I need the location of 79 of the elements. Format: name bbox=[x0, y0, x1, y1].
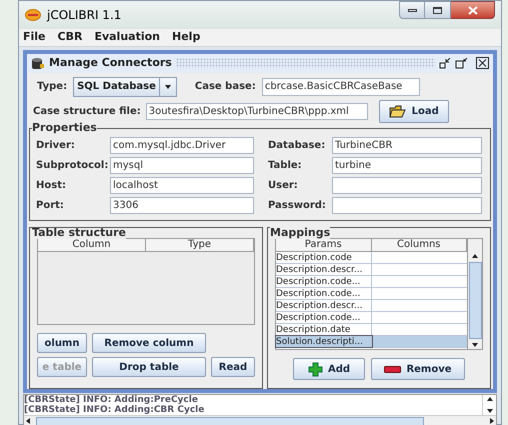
table-structure-title: Table structure bbox=[32, 228, 126, 239]
mapping-row[interactable]: Description.code... bbox=[276, 312, 467, 324]
mapping-row[interactable]: Solution.descripti... bbox=[276, 336, 467, 348]
property-field[interactable]: 3306 bbox=[110, 197, 254, 214]
plus-icon bbox=[308, 362, 323, 376]
property-field[interactable]: turbine bbox=[332, 157, 482, 174]
case-base-label: Case base: bbox=[194, 80, 256, 94]
log-line: [CBRState] INFO: Adding:PreCycle bbox=[24, 395, 199, 405]
close-button[interactable] bbox=[451, 1, 495, 19]
remove-button[interactable]: Remove bbox=[371, 358, 465, 380]
menu-item[interactable]: Evaluation bbox=[94, 29, 160, 46]
table-cell: Description.code bbox=[276, 252, 372, 263]
iconify-icon[interactable] bbox=[439, 58, 451, 69]
menu-item[interactable]: File bbox=[23, 29, 46, 46]
field-label: Host: bbox=[36, 179, 67, 194]
properties-title: Properties bbox=[32, 122, 97, 134]
property-field[interactable]: localhost bbox=[110, 177, 254, 194]
table-cell: Description.descr... bbox=[276, 264, 372, 275]
table-cell: Description.code... bbox=[276, 276, 372, 287]
column-header[interactable]: Type bbox=[146, 239, 254, 251]
column-header[interactable]: Column bbox=[38, 239, 146, 251]
column-header[interactable]: Params bbox=[276, 239, 372, 251]
case-base-field[interactable]: cbrcase.BasicCBRCaseBase bbox=[262, 78, 420, 96]
table-cell: Description.descr... bbox=[276, 300, 372, 311]
type-label: Type: bbox=[37, 80, 68, 94]
log-line: [CBRState] INFO: Adding:CBR Cycle bbox=[24, 405, 206, 415]
table-cell: Description.code... bbox=[276, 312, 372, 323]
mapping-row[interactable]: Description.code... bbox=[276, 288, 467, 300]
scroll-down-icon[interactable] bbox=[471, 341, 479, 349]
scroll-left-icon[interactable] bbox=[24, 417, 32, 425]
field-label: User: bbox=[268, 179, 299, 194]
app-logo-icon bbox=[25, 9, 41, 21]
close-icon bbox=[468, 6, 478, 14]
case-structure-label: Case structure file: bbox=[33, 104, 141, 119]
folder-icon bbox=[388, 104, 407, 118]
property-field[interactable]: TurbineCBR bbox=[332, 137, 482, 154]
property-field[interactable]: com.mysql.jdbc.Driver bbox=[110, 137, 254, 154]
table-cell: Description.code... bbox=[276, 288, 372, 299]
field-label: Driver: bbox=[36, 139, 76, 154]
minimize-button[interactable] bbox=[399, 1, 425, 19]
mapping-row[interactable]: Description.date bbox=[276, 324, 467, 336]
frame-title: Manage Connectors bbox=[49, 55, 172, 72]
scrollbar[interactable] bbox=[467, 239, 482, 349]
field-label: Table: bbox=[268, 159, 303, 174]
minus-icon bbox=[384, 366, 402, 372]
field-label: Password: bbox=[268, 199, 327, 214]
scroll-right-icon[interactable] bbox=[488, 417, 496, 425]
scroll-up-icon[interactable] bbox=[486, 395, 494, 403]
caret-icon[interactable] bbox=[164, 82, 172, 91]
add-button[interactable]: Add bbox=[293, 358, 365, 380]
horizontal-scrollbar[interactable] bbox=[24, 415, 496, 425]
table-button[interactable]: Remove column bbox=[92, 333, 206, 353]
field-label: Port: bbox=[36, 199, 65, 214]
maximize-button[interactable] bbox=[425, 1, 451, 19]
scroll-up-icon[interactable] bbox=[471, 252, 479, 260]
table-button[interactable]: Drop table bbox=[92, 357, 206, 377]
mapping-row[interactable]: Description.code... bbox=[276, 276, 467, 288]
mappings-title: Mappings bbox=[270, 227, 330, 239]
case-structure-field[interactable]: 3outesfira\Desktop\TurbineCBR\ppp.xml bbox=[146, 102, 368, 120]
table-button[interactable]: olumn bbox=[37, 333, 87, 353]
mapping-row[interactable]: Description.descr... bbox=[276, 300, 467, 312]
mapping-row[interactable]: Description.code bbox=[276, 252, 467, 264]
mapping-row[interactable]: Description.descr... bbox=[276, 264, 467, 276]
field-label: Subprotocol: bbox=[36, 159, 110, 174]
window-title: jCOLIBRI 1.1 bbox=[47, 7, 122, 24]
load-button[interactable]: Load bbox=[378, 100, 449, 123]
menu-item[interactable]: CBR bbox=[58, 29, 82, 46]
field-label: Database: bbox=[268, 139, 326, 154]
database-icon bbox=[31, 56, 45, 70]
property-field[interactable] bbox=[332, 197, 482, 214]
property-field[interactable]: mysql bbox=[110, 157, 254, 174]
type-dropdown[interactable]: SQL Database bbox=[73, 76, 177, 97]
menu-item[interactable]: Help bbox=[172, 29, 200, 46]
close-icon[interactable] bbox=[476, 57, 489, 70]
table-button[interactable]: Read bbox=[211, 357, 255, 377]
property-field[interactable] bbox=[332, 177, 482, 194]
maximize-icon[interactable] bbox=[455, 58, 468, 69]
table-cell: Solution.descripti... bbox=[276, 336, 372, 347]
table-cell: Description.date bbox=[276, 324, 372, 335]
